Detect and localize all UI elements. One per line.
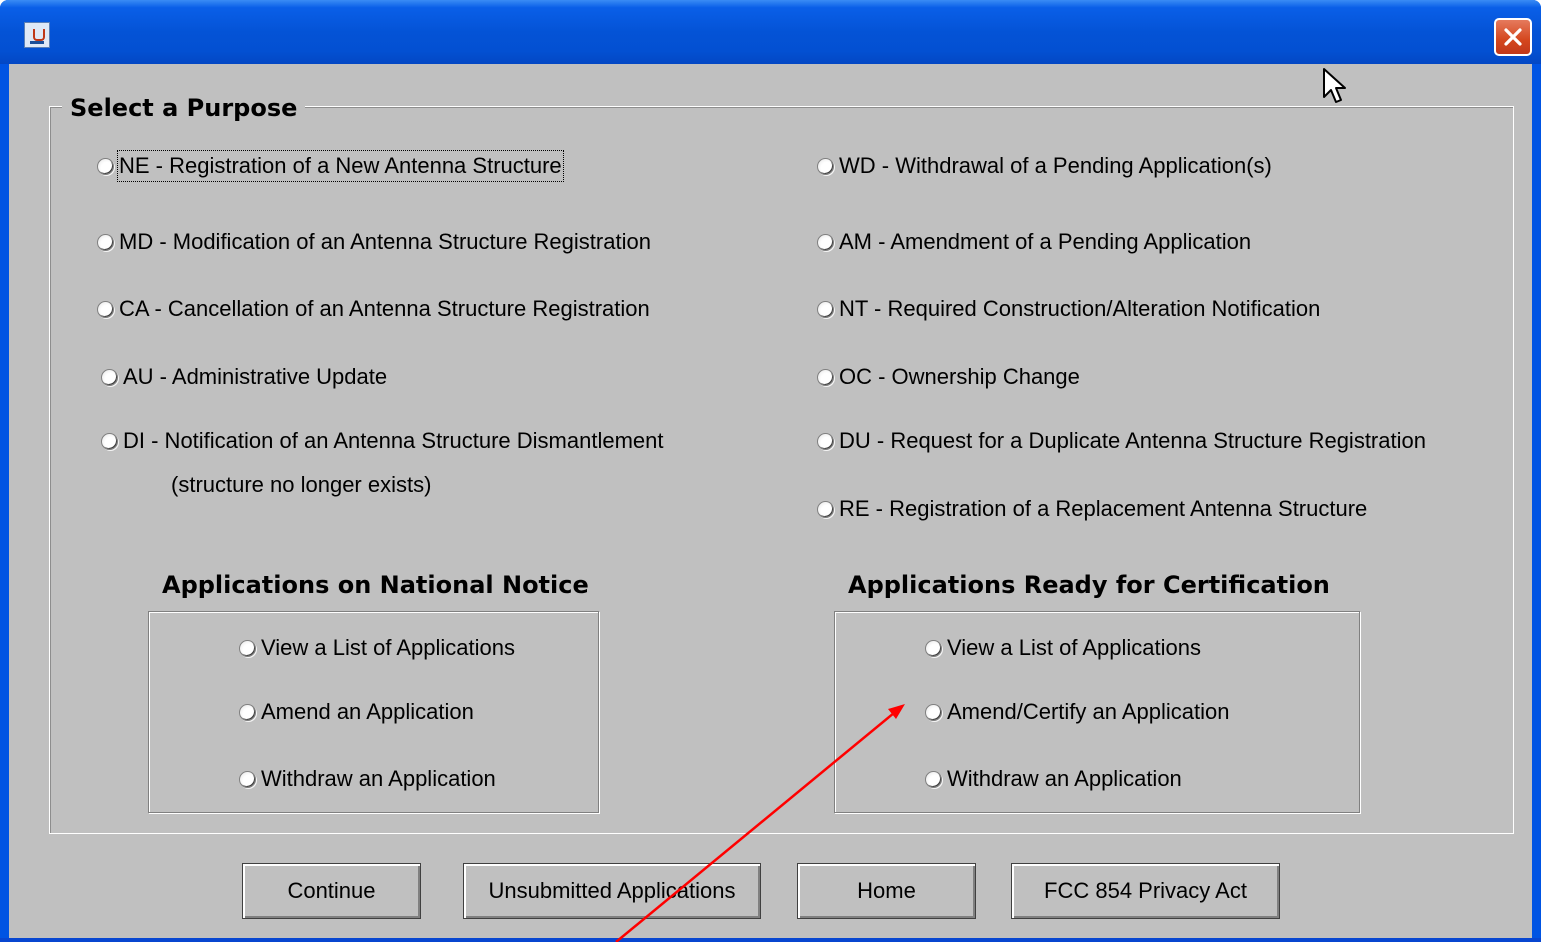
radio-button-icon[interactable] [97, 233, 114, 251]
radio-button-icon[interactable] [925, 770, 942, 788]
radio-di-sublabel: (structure no longer exists) [171, 472, 432, 497]
unsubmitted-applications-button[interactable]: Unsubmitted Applications [463, 863, 761, 919]
radio-ca-label: CA - Cancellation of an Antenna Structur… [119, 296, 650, 321]
radio-button-icon[interactable] [817, 500, 834, 518]
radio-am-label: AM - Amendment of a Pending Application [839, 229, 1252, 254]
rc-amend-certify-label: Amend/Certify an Application [947, 699, 1230, 724]
continue-button[interactable]: Continue [242, 863, 421, 919]
java-cup-icon[interactable] [24, 22, 50, 48]
national-notice-title: Applications on National Notice [162, 571, 589, 599]
nn-amend[interactable]: Amend an Application [239, 698, 474, 726]
radio-ca[interactable]: CA - Cancellation of an Antenna Structur… [97, 295, 650, 323]
radio-button-icon[interactable] [239, 639, 256, 657]
radio-du[interactable]: DU - Request for a Duplicate Antenna Str… [817, 427, 1426, 455]
radio-re-label: RE - Registration of a Replacement Anten… [839, 496, 1368, 521]
radio-au[interactable]: AU - Administrative Update [101, 363, 387, 391]
rc-withdraw-label: Withdraw an Application [947, 766, 1182, 791]
application-window: Select a Purpose NE - Registration of a … [0, 0, 1541, 942]
radio-oc[interactable]: OC - Ownership Change [817, 363, 1080, 391]
radio-wd-label: WD - Withdrawal of a Pending Application… [839, 153, 1272, 178]
radio-au-label: AU - Administrative Update [123, 364, 388, 389]
radio-button-icon[interactable] [97, 300, 114, 318]
radio-button-icon[interactable] [817, 368, 834, 386]
dialog-client-area: Select a Purpose NE - Registration of a … [9, 64, 1532, 938]
nn-view-list-label: View a List of Applications [261, 635, 515, 660]
radio-wd[interactable]: WD - Withdrawal of a Pending Application… [817, 152, 1272, 180]
nn-view-list[interactable]: View a List of Applications [239, 634, 515, 662]
radio-oc-label: OC - Ownership Change [839, 364, 1080, 389]
radio-di[interactable]: DI - Notification of an Antenna Structur… [101, 427, 663, 455]
radio-button-icon[interactable] [925, 639, 942, 657]
radio-ne[interactable]: NE - Registration of a New Antenna Struc… [97, 150, 564, 182]
close-icon [1504, 28, 1522, 46]
close-button[interactable] [1494, 18, 1532, 56]
privacy-act-button[interactable]: FCC 854 Privacy Act [1011, 863, 1280, 919]
radio-md-label: MD - Modification of an Antenna Structur… [119, 229, 651, 254]
radio-button-icon[interactable] [817, 233, 834, 251]
ready-certification-title: Applications Ready for Certification [848, 571, 1330, 599]
rc-amend-certify[interactable]: Amend/Certify an Application [925, 698, 1230, 726]
radio-ne-label: NE - Registration of a New Antenna Struc… [117, 150, 564, 182]
radio-button-icon[interactable] [239, 703, 256, 721]
select-purpose-legend: Select a Purpose [62, 91, 306, 125]
radio-button-icon[interactable] [97, 157, 114, 175]
radio-button-icon[interactable] [817, 432, 834, 450]
radio-md[interactable]: MD - Modification of an Antenna Structur… [97, 228, 651, 256]
radio-re[interactable]: RE - Registration of a Replacement Anten… [817, 495, 1367, 523]
radio-button-icon[interactable] [925, 703, 942, 721]
radio-am[interactable]: AM - Amendment of a Pending Application [817, 228, 1251, 256]
title-bar[interactable] [0, 0, 1541, 64]
mouse-pointer-icon [1323, 68, 1346, 103]
radio-button-icon[interactable] [101, 368, 118, 386]
nn-withdraw-label: Withdraw an Application [261, 766, 496, 791]
radio-button-icon[interactable] [817, 300, 834, 318]
radio-button-icon[interactable] [239, 770, 256, 788]
nn-withdraw[interactable]: Withdraw an Application [239, 765, 496, 793]
radio-nt[interactable]: NT - Required Construction/Alteration No… [817, 295, 1320, 323]
radio-du-label: DU - Request for a Duplicate Antenna Str… [839, 428, 1426, 453]
rc-view-list-label: View a List of Applications [947, 635, 1201, 660]
nn-amend-label: Amend an Application [261, 699, 474, 724]
radio-di-label: DI - Notification of an Antenna Structur… [123, 428, 664, 453]
window-frame-bottom [0, 938, 1541, 942]
rc-withdraw[interactable]: Withdraw an Application [925, 765, 1182, 793]
radio-button-icon[interactable] [101, 432, 118, 450]
rc-view-list[interactable]: View a List of Applications [925, 634, 1201, 662]
radio-nt-label: NT - Required Construction/Alteration No… [839, 296, 1321, 321]
radio-button-icon[interactable] [817, 157, 834, 175]
home-button[interactable]: Home [797, 863, 976, 919]
